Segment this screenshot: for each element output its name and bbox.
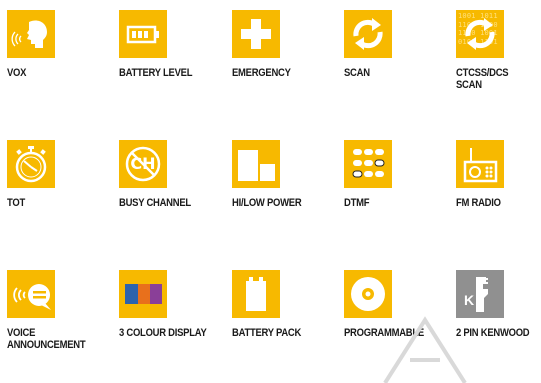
feature-3-colour-display: 3 COLOUR DISPLAY <box>119 270 229 339</box>
scan-label: SCAN <box>344 67 370 79</box>
vox-icon <box>7 10 55 58</box>
emergency-cross-icon <box>232 10 280 58</box>
busy-channel-label: BUSY CHANNEL <box>119 197 191 209</box>
voice-bubble-icon <box>7 270 55 318</box>
feature-tot: TOT <box>7 140 117 209</box>
scan-arrows-icon <box>344 10 392 58</box>
colour-display-icon <box>119 270 167 318</box>
battery-pack-icon <box>232 270 280 318</box>
feature-battery-level: BATTERY LEVEL <box>119 10 229 79</box>
power-bars-icon <box>232 140 280 188</box>
feature-scan: SCAN <box>344 10 454 79</box>
battery-pack-label: BATTERY PACK <box>232 327 302 339</box>
tot-label: TOT <box>7 197 25 209</box>
feature-vox: VOX <box>7 10 117 79</box>
battery-level-icon <box>119 10 167 58</box>
vox-label: VOX <box>7 67 27 79</box>
battery-level-label: BATTERY LEVEL <box>119 67 193 79</box>
feature-voice-announcement: VOICE ANNOUNCEMENT <box>7 270 117 351</box>
feature-battery-pack: BATTERY PACK <box>232 270 342 339</box>
ch-glyph: CH <box>130 154 156 173</box>
feature-emergency: EMERGENCY <box>232 10 342 79</box>
feature-busy-channel: CH BUSY CHANNEL <box>119 140 229 209</box>
watermark-graphic <box>383 316 467 383</box>
stopwatch-icon <box>7 140 55 188</box>
ctcss-dcs-scan-label: CTCSS/DCS SCAN <box>456 67 509 91</box>
feature-ctcss-dcs-scan: 1001 1011 1100 1000 1100 1001 0101 1101 … <box>456 10 541 91</box>
3-colour-display-label: 3 COLOUR DISPLAY <box>119 327 207 339</box>
emergency-label: EMERGENCY <box>232 67 291 79</box>
feature-hi-low-power: HI/LOW POWER <box>232 140 342 209</box>
feature-dtmf: DTMF <box>344 140 454 209</box>
hi-low-power-label: HI/LOW POWER <box>232 197 302 209</box>
keypad-icon <box>344 140 392 188</box>
busy-channel-icon: CH <box>119 140 167 188</box>
dtmf-label: DTMF <box>344 197 370 209</box>
voice-announcement-label: VOICE ANNOUNCEMENT <box>7 327 86 351</box>
fm-radio-label: FM RADIO <box>456 197 501 209</box>
feature-fm-radio: FM RADIO <box>456 140 541 209</box>
ctcss-scan-icon: 1001 1011 1100 1000 1100 1001 0101 1101 <box>456 10 504 58</box>
radio-icon <box>456 140 504 188</box>
